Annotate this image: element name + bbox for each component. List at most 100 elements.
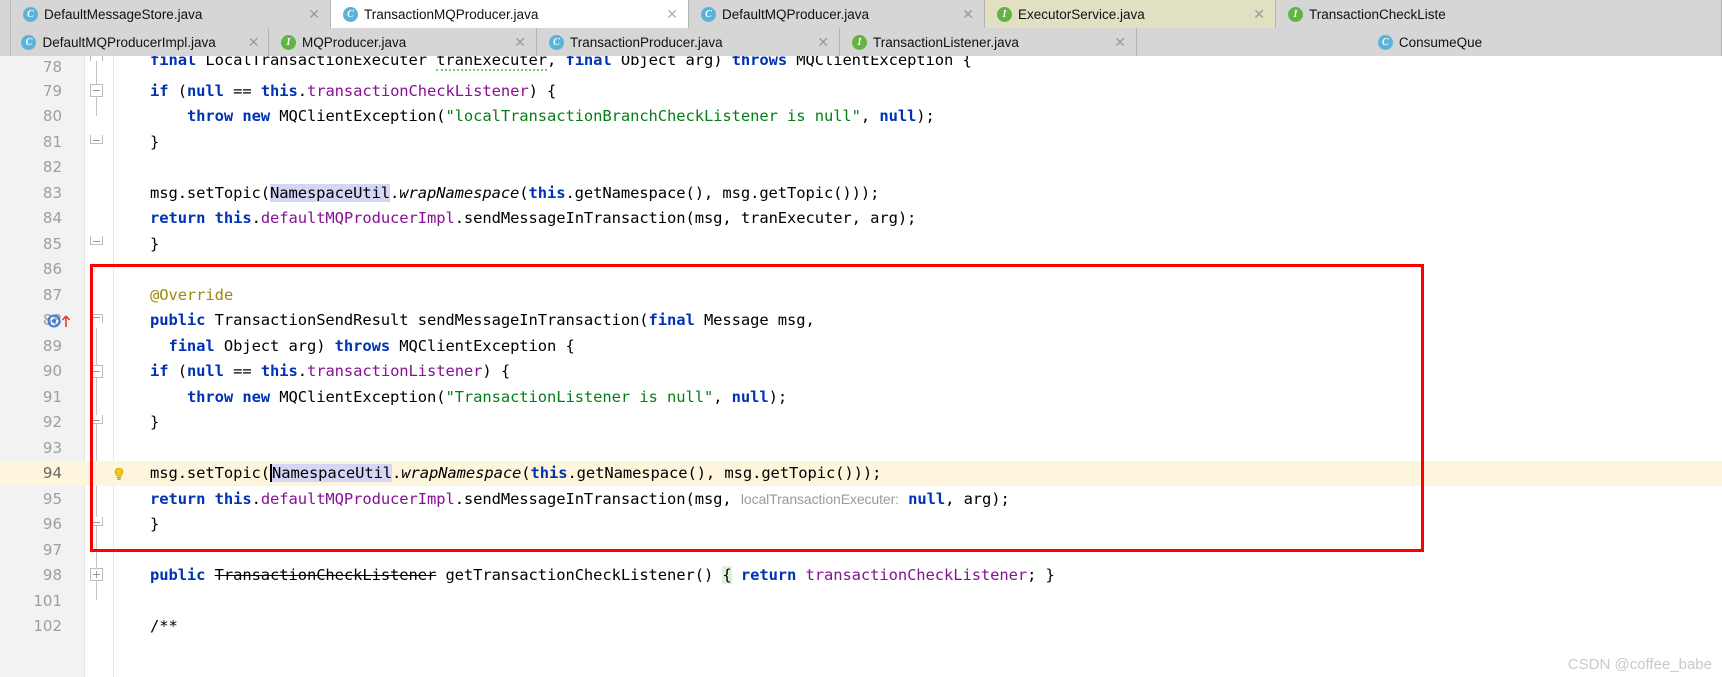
fold-marker[interactable] [90, 313, 103, 323]
class-icon: C [1377, 34, 1393, 50]
code-line[interactable]: 78 final LocalTransactionExecuter tranEx… [0, 56, 1722, 78]
line-number: 86 [42, 260, 62, 279]
tab-consume-queue[interactable]: C ConsumeQue [1137, 28, 1722, 56]
editor-tab-bar-row-1[interactable]: C DefaultMessageStore.java ✕ C Transacti… [0, 0, 1722, 28]
line-number: 91 [42, 387, 62, 406]
tab-label: DefaultMessageStore.java [44, 6, 203, 22]
code-line[interactable]: 84 return this.defaultMQProducerImpl.sen… [0, 206, 1722, 232]
code-line[interactable]: 102 /** [0, 614, 1722, 640]
tab-close-icon[interactable]: ✕ [488, 34, 526, 51]
fold-marker[interactable] [90, 84, 103, 97]
tab-transaction-mq-producer[interactable]: C TransactionMQProducer.java ✕ [331, 0, 689, 28]
code-line[interactable]: 96 } [0, 512, 1722, 538]
class-icon: C [23, 6, 38, 22]
intention-bulb-icon[interactable] [112, 466, 126, 480]
tab-close-icon[interactable]: ✕ [1088, 34, 1126, 51]
watermark: CSDN @coffee_babe [1567, 656, 1712, 673]
tab-default-mq-producer-impl[interactable]: C DefaultMQProducerImpl.java ✕ [11, 28, 269, 56]
code-text-84: return this.defaultMQProducerImpl.sendMe… [150, 209, 917, 228]
code-line[interactable]: 87 @Override [0, 282, 1722, 308]
class-icon: C [549, 34, 564, 50]
tab-transaction-listener[interactable]: I TransactionListener.java ✕ [840, 28, 1137, 56]
line-number: 84 [42, 209, 62, 228]
code-text-85: } [150, 234, 160, 253]
fold-marker[interactable] [90, 414, 103, 424]
line-number: 83 [42, 183, 62, 202]
code-text-94: msg.setTopic(NamespaceUtil.wrapNamespace… [150, 464, 882, 483]
fold-marker[interactable] [90, 236, 103, 245]
line-number: 79 [42, 81, 62, 100]
inlay-parameter-hint: localTransactionExecuter: [740, 490, 899, 507]
code-line[interactable]: 97 [0, 537, 1722, 563]
tab-label: MQProducer.java [302, 34, 407, 50]
line-number: 85 [42, 234, 62, 253]
tab-executor-service[interactable]: I ExecutorService.java ✕ [985, 0, 1276, 28]
fold-marker-expand[interactable] [90, 567, 103, 581]
tab-label: TransactionMQProducer.java [364, 6, 539, 22]
annotation-override: @Override [150, 285, 234, 304]
code-editor[interactable]: 78 final LocalTransactionExecuter tranEx… [0, 56, 1722, 677]
interface-icon: I [852, 34, 867, 50]
line-number: 97 [42, 540, 62, 559]
code-line[interactable]: 91 throw new MQClientException("Transact… [0, 384, 1722, 410]
code-line[interactable]: 90 if (null == this.transactionListener)… [0, 359, 1722, 385]
code-line[interactable]: 79 if (null == this.transactionCheckList… [0, 78, 1722, 104]
code-line[interactable]: 85 } [0, 231, 1722, 257]
line-number: 93 [42, 438, 62, 457]
tab-transaction-check-listener[interactable]: I TransactionCheckListe [1276, 0, 1722, 28]
code-line[interactable]: 83 msg.setTopic(NamespaceUtil.wrapNamesp… [0, 180, 1722, 206]
code-line[interactable]: 89 final Object arg) throws MQClientExce… [0, 333, 1722, 359]
fold-marker[interactable] [90, 516, 103, 526]
line-number: 98 [42, 566, 62, 585]
tab-close-icon[interactable]: ✕ [936, 6, 974, 23]
code-line[interactable]: 98 public TransactionCheckListener getTr… [0, 563, 1722, 589]
tab-close-icon[interactable]: ✕ [222, 34, 260, 51]
code-line[interactable]: 92 } [0, 410, 1722, 436]
code-line[interactable]: 86 [0, 257, 1722, 283]
line-number: 82 [42, 158, 62, 177]
fold-marker[interactable] [90, 364, 103, 378]
line-number: 81 [42, 132, 62, 151]
code-text-87: @Override [150, 286, 233, 304]
code-text-83: msg.setTopic(NamespaceUtil.wrapNamespace… [150, 183, 880, 202]
line-number: 80 [42, 107, 62, 126]
tab-default-message-store[interactable]: C DefaultMessageStore.java ✕ [11, 0, 331, 28]
line-number: 96 [42, 515, 62, 534]
tab-label: ExecutorService.java [1018, 6, 1145, 22]
code-text-92: } [150, 413, 160, 432]
editor-tab-bar-row-2[interactable]: C DefaultMQProducerImpl.java ✕ I MQProdu… [0, 28, 1722, 56]
interface-icon: I [281, 34, 296, 50]
tab-close-icon[interactable]: ✕ [791, 34, 829, 51]
fold-marker[interactable] [90, 56, 103, 61]
tab-label: TransactionListener.java [873, 34, 1019, 50]
tab-label: ConsumeQue [1398, 34, 1483, 50]
code-line[interactable]: 81 } [0, 129, 1722, 155]
tab-default-mq-producer[interactable]: C DefaultMQProducer.java ✕ [689, 0, 985, 28]
code-text-88: public TransactionSendResult sendMessage… [150, 311, 815, 330]
line-number: 102 [33, 617, 62, 636]
code-text-96: } [150, 515, 160, 534]
fold-marker[interactable] [90, 135, 103, 144]
code-line[interactable]: 101 [0, 588, 1722, 614]
code-line[interactable]: 82 [0, 155, 1722, 181]
code-text-91: throw new MQClientException("Transaction… [186, 387, 788, 406]
code-line[interactable]: 95 return this.defaultMQProducerImpl.sen… [0, 486, 1722, 512]
tab-close-icon[interactable]: ✕ [1227, 6, 1265, 23]
interface-icon: I [1288, 6, 1303, 22]
code-line[interactable]: 93 [0, 435, 1722, 461]
overridden-method-icon[interactable] [47, 313, 71, 327]
ide-window: C DefaultMessageStore.java ✕ C Transacti… [0, 0, 1722, 677]
code-line-current[interactable]: 94 msg.setTopic(NamespaceUtil.wrapNamesp… [0, 460, 1722, 486]
tab-transaction-producer[interactable]: C TransactionProducer.java ✕ [537, 28, 840, 56]
line-number: 95 [42, 489, 62, 508]
code-line[interactable]: 80 throw new MQClientException("localTra… [0, 104, 1722, 130]
tab-mq-producer[interactable]: I MQProducer.java ✕ [269, 28, 537, 56]
tab-label: TransactionCheckListe [1309, 6, 1446, 22]
tab-close-icon[interactable]: ✕ [640, 6, 678, 23]
code-line[interactable]: 88 public TransactionSendResult sendMess… [0, 308, 1722, 334]
class-icon: C [701, 6, 716, 22]
tab-bar-left-stub-2 [0, 28, 11, 56]
code-text-81: } [150, 132, 160, 151]
code-text-95: return this.defaultMQProducerImpl.sendMe… [150, 489, 1010, 508]
tab-close-icon[interactable]: ✕ [282, 6, 320, 23]
